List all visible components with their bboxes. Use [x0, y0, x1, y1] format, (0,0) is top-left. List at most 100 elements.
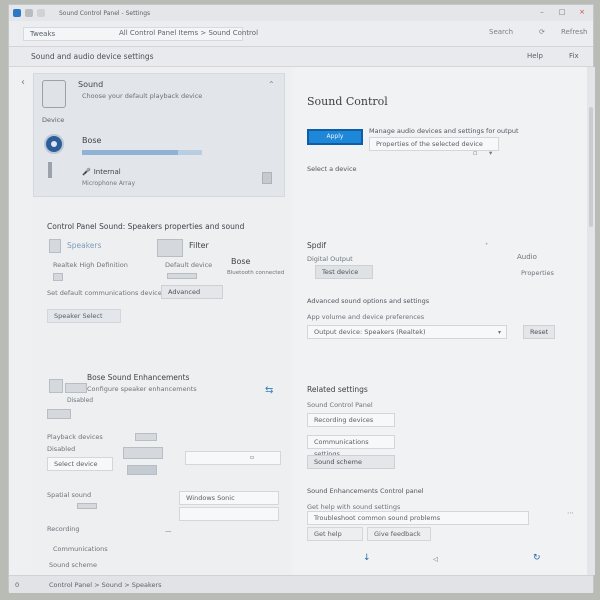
- card-subtitle: Choose your default playback device: [82, 92, 203, 100]
- device-avatar-icon: [42, 80, 66, 108]
- status-count: 0: [15, 581, 20, 589]
- microphone-icon: [48, 162, 52, 178]
- address-url[interactable]: All Control Panel Items > Sound Control: [119, 29, 258, 37]
- device-card: Sound Choose your default playback devic…: [33, 73, 285, 197]
- level-chip-2: [123, 447, 163, 459]
- device-volume-fill: [82, 150, 178, 155]
- filter-icon: [157, 239, 183, 257]
- recording-value: —: [165, 527, 172, 535]
- sound-scheme-label: Sound scheme: [49, 561, 97, 569]
- card-toggle[interactable]: [262, 172, 272, 184]
- give-feedback-button[interactable]: Give feedback: [367, 527, 431, 541]
- bottom-sub: Get help with sound settings: [307, 503, 401, 511]
- scrollbar-thumb[interactable]: [589, 107, 593, 227]
- window-title: Sound Control Panel - Settings: [59, 9, 151, 17]
- tab-icon[interactable]: [25, 9, 33, 17]
- level-chip-3: [127, 465, 157, 475]
- maximize-icon[interactable]: □: [557, 8, 567, 17]
- communications-label: Communications: [53, 545, 108, 553]
- output-device-dropdown[interactable]: Output device: Speakers (Realtek) ▾: [307, 325, 507, 339]
- filter-bar: [167, 273, 197, 279]
- sound-scheme-button[interactable]: Sound scheme: [307, 455, 395, 469]
- troubleshoot-text: Troubleshoot common sound problems: [314, 514, 441, 522]
- apply-button-label: Apply: [326, 133, 344, 140]
- enhancement-icon: [49, 379, 63, 393]
- mic-small-icon: 🎤: [82, 168, 91, 176]
- status-text: Control Panel > Sound > Speakers: [49, 581, 162, 589]
- get-help-button[interactable]: Get help: [307, 527, 363, 541]
- content-area: ‹ Sound Choose your default playback dev…: [9, 67, 595, 575]
- troubleshoot-field[interactable]: Troubleshoot common sound problems: [307, 511, 529, 525]
- section2-sub: Configure speaker enhancements: [87, 385, 197, 393]
- device-volume-bar[interactable]: [82, 150, 202, 155]
- communications-button[interactable]: Communications settings: [307, 435, 395, 458]
- more-icon[interactable]: ⋯: [567, 509, 574, 517]
- refresh-bottom-icon[interactable]: ↻: [533, 553, 541, 563]
- spatial-field-2[interactable]: [179, 507, 279, 521]
- speaker-select-tag[interactable]: Speaker Select: [47, 309, 121, 323]
- reset-button[interactable]: Reset: [523, 325, 555, 339]
- speaker-icon: [44, 134, 64, 154]
- spatial-dropdown[interactable]: ▫: [185, 451, 281, 465]
- output-caret-icon: ▾: [498, 329, 502, 336]
- refresh-icon[interactable]: ⟳: [539, 28, 545, 36]
- test-device-button[interactable]: Test device: [315, 265, 373, 279]
- item3-sub: Bluetooth connected: [227, 270, 285, 276]
- close-icon[interactable]: ×: [577, 8, 587, 17]
- item2-sub: Default device: [165, 261, 213, 269]
- back-chevron-icon[interactable]: ‹: [21, 77, 25, 88]
- spdif-expand-icon[interactable]: ⁺: [485, 241, 488, 249]
- field-icon-b[interactable]: ▾: [489, 149, 492, 157]
- properties-label[interactable]: Properties: [521, 269, 554, 277]
- item2-title[interactable]: Filter: [189, 241, 209, 250]
- volume-icon[interactable]: ◁: [433, 555, 438, 563]
- fix-link[interactable]: Fix: [569, 52, 579, 60]
- scrollbar[interactable]: [587, 67, 595, 575]
- spdif-sub: Digital Output: [307, 255, 353, 263]
- item1-sub: Realtek High Definition: [53, 261, 128, 269]
- level-chip: [135, 433, 157, 441]
- search-box[interactable]: Search: [489, 28, 513, 36]
- field-icon-a[interactable]: ▫: [473, 149, 477, 157]
- advanced-sub: App volume and device preferences: [307, 313, 425, 321]
- recording-devices-label: Recording devices: [314, 416, 374, 424]
- card-device-label: Device: [42, 116, 65, 124]
- section1-row-text: Set default communications device: [47, 289, 162, 297]
- minimize-icon[interactable]: –: [537, 8, 547, 17]
- breadcrumb[interactable]: Sound and audio device settings: [31, 52, 154, 61]
- section2-heading: Bose Sound Enhancements: [87, 373, 190, 382]
- audio-label: Audio: [517, 253, 537, 261]
- title-bar: Sound Control Panel - Settings – □ ×: [9, 5, 593, 21]
- apply-button[interactable]: Apply: [307, 129, 363, 145]
- dropdown-caret-icon: ▫: [250, 454, 255, 461]
- select-device-input[interactable]: Select device: [47, 457, 113, 471]
- test-device-label: Test device: [322, 268, 359, 276]
- right-pane: Sound Control Apply Manage audio devices…: [293, 67, 587, 575]
- properties-field[interactable]: Properties of the selected device: [369, 137, 499, 151]
- windows-sonic-text: Windows Sonic: [186, 494, 235, 502]
- spdif-heading: Spdif: [307, 241, 327, 250]
- disabled-label: Disabled: [47, 445, 76, 453]
- windows-sonic-field[interactable]: Windows Sonic: [179, 491, 279, 505]
- advanced-button-label: Advanced: [168, 288, 201, 296]
- spatial-label: Spatial sound: [47, 491, 92, 499]
- card-mic-sub: Microphone Array: [82, 180, 135, 187]
- collapse-chevron-icon[interactable]: ⌃: [268, 80, 275, 89]
- select-device-link[interactable]: Select a device: [307, 165, 357, 173]
- properties-field-text: Properties of the selected device: [376, 140, 483, 148]
- recording-devices-button[interactable]: Recording devices: [307, 413, 395, 427]
- item1-title[interactable]: Speakers: [67, 241, 101, 250]
- advanced-button[interactable]: Advanced: [161, 285, 223, 299]
- give-feedback-label: Give feedback: [374, 530, 421, 538]
- recording-label: Recording: [47, 525, 80, 533]
- breadcrumb-bar: Sound and audio device settings Help Fix: [9, 47, 593, 67]
- right-desc: Manage audio devices and settings for ou…: [369, 127, 519, 135]
- help-link[interactable]: Help: [527, 52, 543, 60]
- sync-icon[interactable]: ⇆: [265, 385, 273, 396]
- speakers-icon: [49, 239, 61, 253]
- related-sub: Sound Control Panel: [307, 401, 373, 409]
- download-icon[interactable]: ↓: [363, 553, 371, 563]
- card-title: Sound: [78, 80, 104, 89]
- tab-icon-2[interactable]: [37, 9, 45, 17]
- item3-title[interactable]: Bose: [231, 257, 250, 266]
